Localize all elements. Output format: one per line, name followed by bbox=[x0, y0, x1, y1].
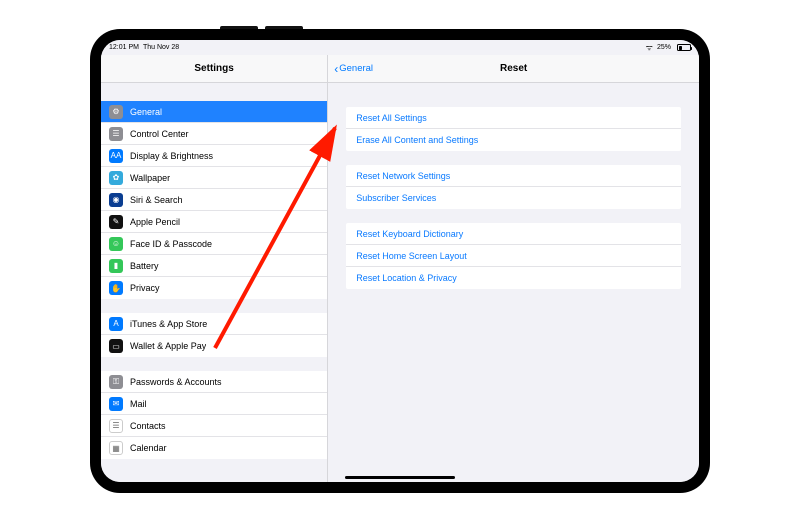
sidebar-item-label: General bbox=[130, 107, 162, 117]
sidebar-item-passwords-accounts[interactable]: ⚿ Passwords & Accounts bbox=[101, 371, 327, 393]
sidebar-item-general[interactable]: ⚙ General bbox=[101, 101, 327, 123]
screen: 12:01 PM Thu Nov 28 ᯤ 25% Settings ⚙ Gene… bbox=[101, 40, 699, 482]
switches-icon: ☰ bbox=[109, 127, 123, 141]
brightness-icon: AA bbox=[109, 149, 123, 163]
sidebar-navbar: Settings bbox=[101, 55, 327, 83]
status-date: Thu Nov 28 bbox=[143, 44, 179, 51]
mail-icon: ✉ bbox=[109, 397, 123, 411]
reset-option-reset-keyboard-dictionary[interactable]: Reset Keyboard Dictionary bbox=[346, 223, 681, 245]
gear-icon: ⚙ bbox=[109, 105, 123, 119]
status-time: 12:01 PM bbox=[109, 44, 139, 51]
sidebar-item-label: Siri & Search bbox=[130, 195, 183, 205]
detail-pane: ‹ General Reset Reset All SettingsErase … bbox=[328, 55, 699, 482]
sidebar-item-itunes-app-store[interactable]: AiTunes & App Store bbox=[101, 313, 327, 335]
battery-icon bbox=[677, 44, 691, 51]
sidebar-list: ⚙ General ☰ Control Center AA Display & Brigh… bbox=[101, 83, 327, 482]
appstore-icon: A bbox=[109, 317, 123, 331]
sidebar-item-siri-search[interactable]: ◉ Siri & Search bbox=[101, 189, 327, 211]
detail-title: Reset bbox=[500, 63, 527, 74]
calendar-icon: ▦ bbox=[109, 441, 123, 455]
sidebar-item-wallet-apple-pay[interactable]: ▭ Wallet & Apple Pay bbox=[101, 335, 327, 357]
sidebar-item-apple-pencil[interactable]: ✎ Apple Pencil bbox=[101, 211, 327, 233]
reset-option-reset-all-settings[interactable]: Reset All Settings bbox=[346, 107, 681, 129]
reset-option-reset-network-settings[interactable]: Reset Network Settings bbox=[346, 165, 681, 187]
sidebar-item-contacts[interactable]: ☰ Contacts bbox=[101, 415, 327, 437]
reset-option-subscriber-services[interactable]: Subscriber Services bbox=[346, 187, 681, 209]
flower-icon: ✿ bbox=[109, 171, 123, 185]
ipad-frame: 12:01 PM Thu Nov 28 ᯤ 25% Settings ⚙ Gene… bbox=[90, 29, 710, 493]
battery-icon: ▮ bbox=[109, 259, 123, 273]
sidebar-item-label: Passwords & Accounts bbox=[130, 377, 222, 387]
sidebar-item-display-brightness[interactable]: AA Display & Brightness bbox=[101, 145, 327, 167]
sidebar-title: Settings bbox=[194, 63, 233, 74]
sidebar-item-face-id-passcode[interactable]: ☺ Face ID & Passcode bbox=[101, 233, 327, 255]
back-button[interactable]: ‹ General bbox=[334, 63, 373, 75]
status-bar: 12:01 PM Thu Nov 28 ᯤ 25% bbox=[101, 40, 699, 55]
sidebar-item-wallpaper[interactable]: ✿ Wallpaper bbox=[101, 167, 327, 189]
pencil-icon: ✎ bbox=[109, 215, 123, 229]
home-indicator[interactable] bbox=[345, 476, 455, 479]
sidebar-item-label: Control Center bbox=[130, 129, 189, 139]
back-label: General bbox=[339, 63, 373, 74]
reset-option-erase-all-content-and-settings[interactable]: Erase All Content and Settings bbox=[346, 129, 681, 151]
siri-icon: ◉ bbox=[109, 193, 123, 207]
sidebar: Settings ⚙ General ☰ Control Center AA Displa… bbox=[101, 55, 328, 482]
sidebar-item-calendar[interactable]: ▦ Calendar bbox=[101, 437, 327, 459]
detail-list: Reset All SettingsErase All Content and … bbox=[328, 83, 699, 482]
faceid-icon: ☺ bbox=[109, 237, 123, 251]
sidebar-item-label: Mail bbox=[130, 399, 147, 409]
wallet-icon: ▭ bbox=[109, 339, 123, 353]
sidebar-item-control-center[interactable]: ☰ Control Center bbox=[101, 123, 327, 145]
sidebar-item-label: Privacy bbox=[130, 283, 160, 293]
sidebar-item-label: Wallet & Apple Pay bbox=[130, 341, 206, 351]
reset-option-reset-location-privacy[interactable]: Reset Location & Privacy bbox=[346, 267, 681, 289]
key-icon: ⚿ bbox=[109, 375, 123, 389]
sidebar-item-label: Display & Brightness bbox=[130, 151, 213, 161]
battery-percent: 25% bbox=[657, 44, 671, 51]
volume-button bbox=[265, 26, 303, 29]
detail-navbar: ‹ General Reset bbox=[328, 55, 699, 83]
sidebar-item-label: Battery bbox=[130, 261, 159, 271]
sidebar-item-mail[interactable]: ✉ Mail bbox=[101, 393, 327, 415]
volume-button bbox=[220, 26, 258, 29]
sidebar-item-label: Calendar bbox=[130, 443, 167, 453]
contacts-icon: ☰ bbox=[109, 419, 123, 433]
sidebar-item-label: Face ID & Passcode bbox=[130, 239, 212, 249]
sidebar-item-privacy[interactable]: ✋ Privacy bbox=[101, 277, 327, 299]
sidebar-item-label: Apple Pencil bbox=[130, 217, 180, 227]
reset-option-reset-home-screen-layout[interactable]: Reset Home Screen Layout bbox=[346, 245, 681, 267]
sidebar-item-label: Contacts bbox=[130, 421, 166, 431]
sidebar-item-battery[interactable]: ▮ Battery bbox=[101, 255, 327, 277]
wifi-icon: ᯤ bbox=[646, 42, 653, 53]
sidebar-item-label: iTunes & App Store bbox=[130, 319, 207, 329]
hand-icon: ✋ bbox=[109, 281, 123, 295]
sidebar-item-label: Wallpaper bbox=[130, 173, 170, 183]
chevron-left-icon: ‹ bbox=[334, 63, 338, 75]
